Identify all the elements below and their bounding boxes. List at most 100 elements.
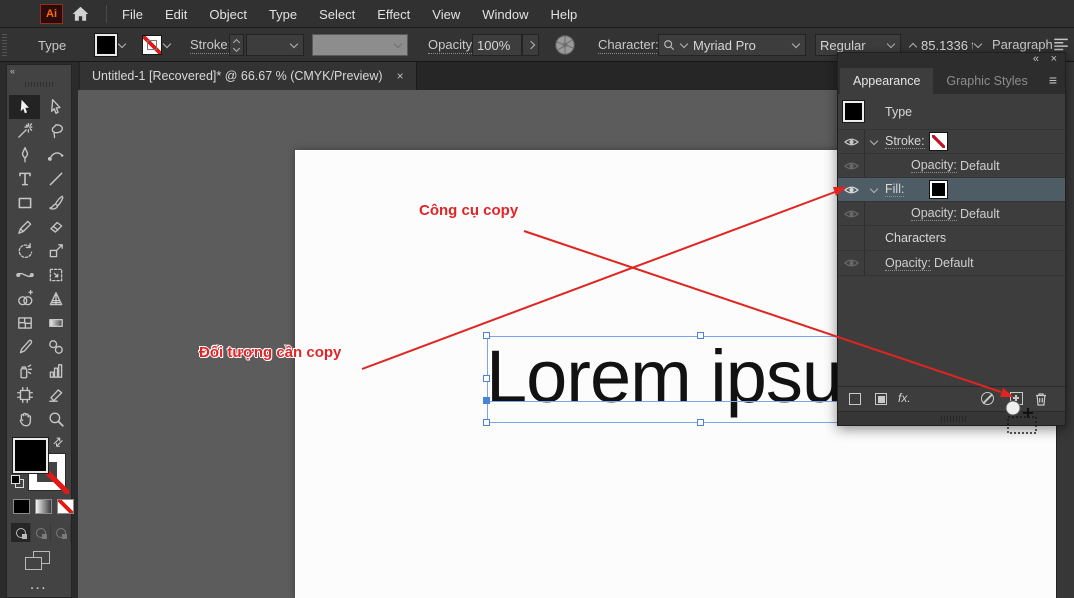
font-family-select[interactable]: Myriad Pro (658, 34, 806, 56)
draw-normal-button[interactable] (11, 523, 31, 542)
panel-collapse-icon[interactable]: « (1033, 53, 1039, 65)
appearance-row-text-opacity[interactable]: Opacity: Default (838, 251, 1065, 276)
rotate-tool[interactable] (9, 239, 40, 263)
stroke-color-swatch[interactable] (142, 35, 162, 55)
gradient-button[interactable] (35, 499, 52, 514)
none-button[interactable] (57, 499, 74, 514)
panel-resize-strip[interactable] (838, 411, 1065, 425)
appearance-row-fill[interactable]: Fill: (838, 178, 1065, 202)
fill-row-label[interactable]: Fill: (885, 182, 904, 197)
text-opacity-label[interactable]: Opacity: (885, 256, 931, 271)
stroke-weight-select[interactable] (246, 34, 304, 56)
shape-builder-tool[interactable] (9, 287, 40, 311)
appearance-row-stroke-opacity[interactable]: Opacity: Default (838, 154, 1065, 178)
selection-anchor-baseline[interactable] (483, 397, 490, 404)
recolor-artwork-icon[interactable] (554, 34, 576, 56)
panel-resize-grip[interactable] (941, 416, 967, 422)
stroke-weight-stepper[interactable] (229, 34, 244, 56)
stroke-dropdown-icon[interactable] (163, 39, 171, 47)
fill-opacity-label[interactable]: Opacity: (911, 206, 957, 221)
menu-type[interactable]: Type (269, 7, 297, 22)
color-button[interactable] (13, 499, 30, 514)
paragraph-label[interactable]: Paragraph (992, 37, 1053, 54)
add-new-effect-icon[interactable]: fx. (898, 391, 911, 405)
stroke-weight-label[interactable]: Stroke: (190, 37, 231, 54)
menu-view[interactable]: View (432, 7, 460, 22)
toolbar-drag-grip[interactable] (25, 82, 55, 87)
illustrator-logo-icon[interactable]: Ai (40, 4, 63, 24)
type-tool[interactable] (9, 167, 40, 191)
opacity-expand-button[interactable] (522, 34, 539, 56)
selection-handle-bottom-center[interactable] (697, 419, 704, 426)
blend-tool[interactable] (40, 335, 71, 359)
draw-inside-button[interactable] (51, 523, 71, 542)
menu-help[interactable]: Help (550, 7, 577, 22)
tab-appearance[interactable]: Appearance (840, 68, 933, 94)
menu-file[interactable]: File (122, 7, 143, 22)
toolbar-more-icon[interactable]: ··· (7, 583, 71, 595)
curvature-tool[interactable] (40, 143, 71, 167)
width-tool[interactable] (9, 263, 40, 287)
menu-select[interactable]: Select (319, 7, 355, 22)
opacity-label[interactable]: Opacity: (428, 37, 476, 54)
stroke-none-swatch[interactable] (930, 133, 947, 150)
eraser-tool[interactable] (40, 215, 71, 239)
clear-appearance-icon[interactable] (981, 392, 994, 405)
fill-expand-chevron-icon[interactable] (870, 184, 878, 192)
appearance-row-fill-opacity[interactable]: Opacity: Default (838, 202, 1065, 226)
selection-handle-mid-left[interactable] (483, 375, 490, 382)
opacity-input[interactable]: 100% (472, 34, 522, 56)
gradient-tool[interactable] (40, 311, 71, 335)
hand-tool[interactable] (9, 407, 40, 431)
duplicate-selected-item-icon[interactable] (1010, 392, 1023, 405)
stroke-visibility-eye-icon[interactable] (844, 135, 859, 149)
panel-close-icon[interactable]: × (1051, 53, 1057, 65)
draw-behind-button[interactable] (31, 523, 51, 542)
shaper-tool[interactable] (9, 215, 40, 239)
stroke-row-label[interactable]: Stroke: (885, 134, 925, 149)
direct-selection-tool[interactable] (40, 95, 71, 119)
add-new-stroke-icon[interactable] (849, 393, 861, 405)
stroke-opacity-eye-icon[interactable] (844, 159, 859, 173)
text-opacity-eye-icon[interactable] (844, 256, 859, 270)
symbol-sprayer-tool[interactable] (9, 359, 40, 383)
font-size-value[interactable]: 85.1336 t (921, 38, 973, 53)
home-icon[interactable] (71, 5, 90, 23)
delete-selected-item-icon[interactable] (1034, 391, 1048, 407)
selection-handle-top-center[interactable] (697, 332, 704, 339)
selection-handle-top-left[interactable] (483, 332, 490, 339)
stroke-expand-chevron-icon[interactable] (870, 136, 878, 144)
menu-effect[interactable]: Effect (377, 7, 410, 22)
slice-tool[interactable] (40, 383, 71, 407)
document-tab[interactable]: Untitled-1 [Recovered]* @ 66.67 % (CMYK/… (80, 62, 417, 90)
scale-tool[interactable] (40, 239, 71, 263)
swap-fill-stroke-icon[interactable]: ⇄ (50, 433, 67, 450)
selection-handle-bottom-left[interactable] (483, 419, 490, 426)
font-size-stepper-up-icon[interactable] (909, 42, 917, 50)
change-screen-mode-icon[interactable] (25, 551, 51, 571)
menu-window[interactable]: Window (482, 7, 528, 22)
magic-wand-tool[interactable] (9, 119, 40, 143)
fill-visibility-eye-icon[interactable] (844, 183, 859, 197)
toolbar-collapse-icon[interactable]: « (10, 66, 14, 76)
mesh-tool[interactable] (9, 311, 40, 335)
character-label[interactable]: Character: (598, 37, 659, 54)
control-bar-grip[interactable] (2, 34, 7, 56)
free-transform-tool[interactable] (40, 263, 71, 287)
menu-object[interactable]: Object (209, 7, 247, 22)
font-size-chevron-icon[interactable] (974, 39, 982, 47)
lasso-tool[interactable] (40, 119, 71, 143)
menu-edit[interactable]: Edit (165, 7, 187, 22)
fill-color-swatch[interactable] (95, 34, 117, 56)
fill-indicator-swatch[interactable] (13, 438, 48, 473)
rectangle-tool[interactable] (9, 191, 40, 215)
stroke-opacity-label[interactable]: Opacity: (911, 158, 957, 173)
pen-tool[interactable] (9, 143, 40, 167)
default-fill-stroke-icon[interactable] (11, 475, 25, 489)
artboard-tool[interactable] (9, 383, 40, 407)
column-graph-tool[interactable] (40, 359, 71, 383)
appearance-row-stroke[interactable]: Stroke: (838, 130, 1065, 154)
appearance-row-type[interactable]: Type (838, 94, 1065, 130)
document-tab-close-icon[interactable]: × (397, 69, 404, 83)
eyedropper-tool[interactable] (9, 335, 40, 359)
